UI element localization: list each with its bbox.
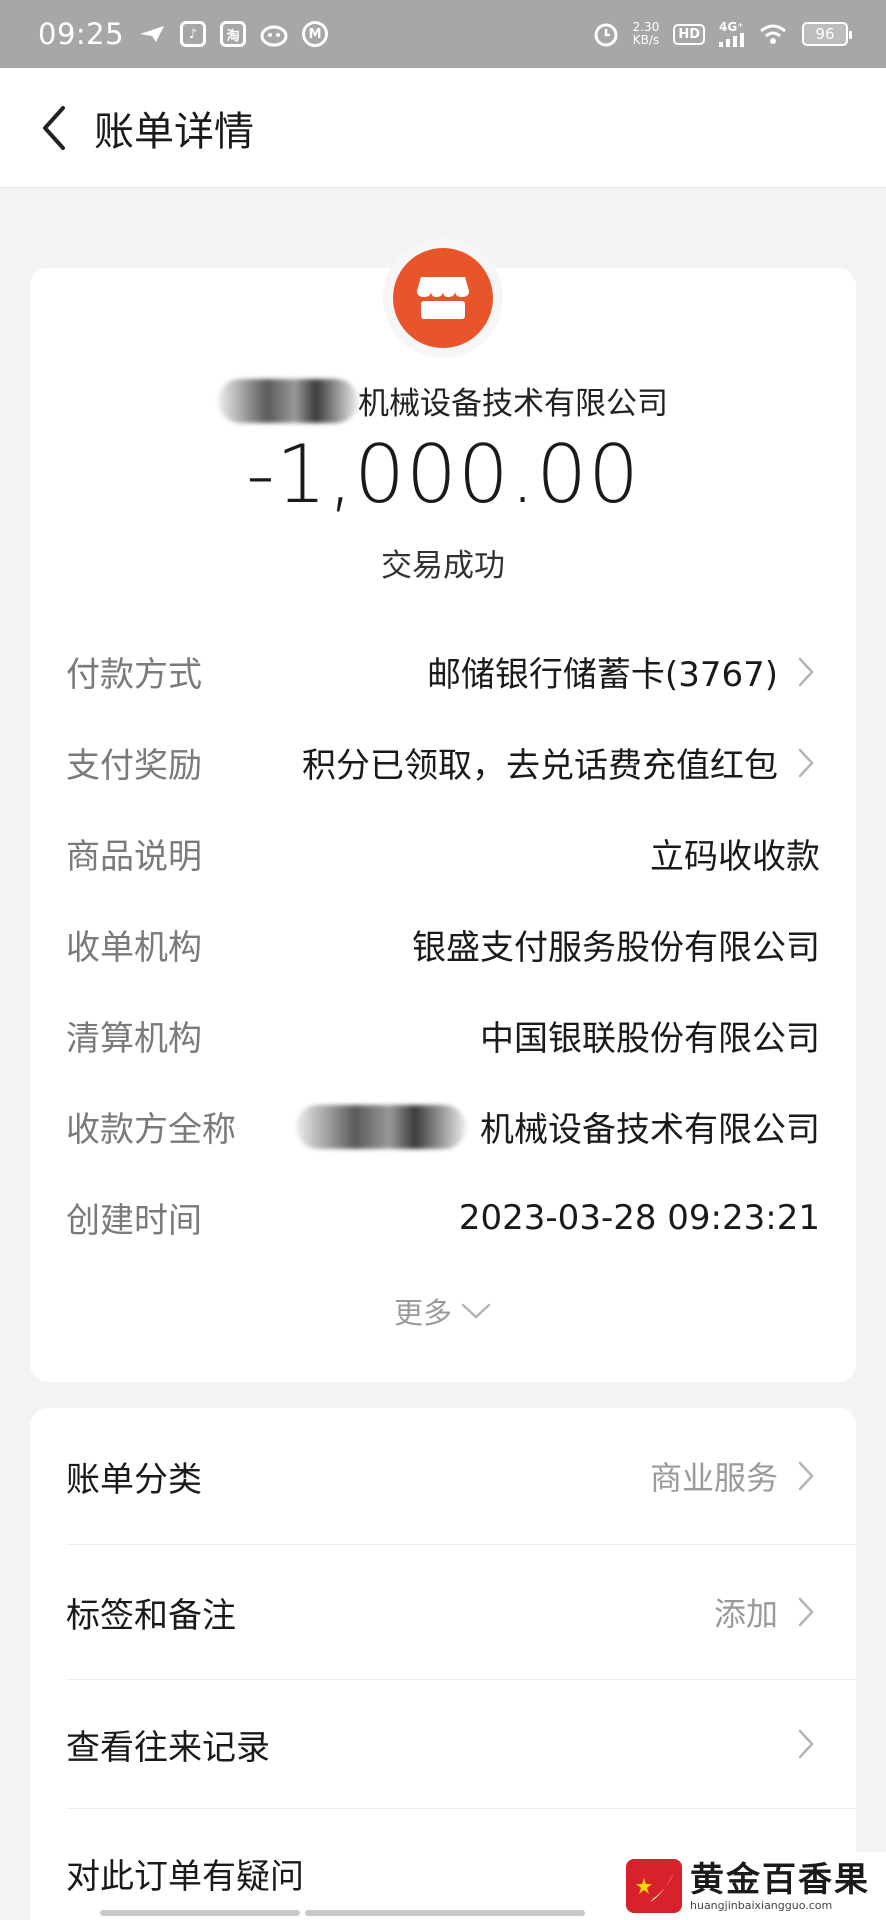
scroll-hint — [305, 1910, 585, 1916]
bill-actions-card: 账单分类 商业服务 标签和备注 添加 查看往来记录 对此订单有疑问 — [30, 1408, 856, 1920]
detail-value: 立码收收款 — [650, 837, 820, 877]
chevron-left-icon — [43, 105, 65, 150]
net-speed: 2.30 KB/s — [633, 21, 660, 47]
star-swoosh-icon — [636, 1872, 674, 1902]
merchant-name-text: 机械设备技术有限公司 — [358, 386, 668, 422]
hd-badge: HD — [673, 23, 705, 45]
status-left: 09:25 ♪ 淘 M — [38, 17, 329, 51]
detail-value: 积分已领取，去兑话费充值红包 — [302, 746, 778, 786]
chevron-down-icon — [461, 1303, 491, 1319]
chevron-right-icon — [792, 1595, 820, 1629]
signal-bars-icon — [719, 33, 744, 47]
chevron-right-icon — [792, 1727, 820, 1761]
action-label: 查看往来记录 — [66, 1727, 270, 1768]
redacted-blur — [296, 1104, 466, 1149]
detail-value: 银盛支付服务股份有限公司 — [412, 928, 820, 968]
watermark-text: 黄金百香果 huangjinbaixiangguo.com — [690, 1861, 870, 1912]
signal-indicator: 4G⁺ — [719, 21, 744, 47]
detail-row-payment-reward[interactable]: 支付奖励 积分已领取，去兑话费充值红包 — [66, 717, 820, 808]
detail-row-clearing: 清算机构 中国银联股份有限公司 — [66, 990, 820, 1081]
alarm-icon — [594, 23, 618, 47]
detail-row-product-description: 商品说明 立码收收款 — [66, 808, 820, 899]
transaction-status: 交易成功 — [381, 548, 505, 584]
plane-icon — [140, 26, 165, 42]
action-value-wrap: 商业服务 — [650, 1453, 820, 1499]
page-title: 账单详情 — [94, 108, 254, 155]
status-time: 09:25 — [38, 17, 125, 51]
back-button[interactable] — [24, 98, 84, 158]
detail-label: 支付奖励 — [66, 746, 202, 786]
tiktok-icon: ♪ — [180, 21, 207, 47]
chevron-right-icon — [792, 746, 820, 780]
wifi-icon — [760, 24, 786, 44]
action-label: 标签和备注 — [66, 1595, 236, 1636]
merchant-name: 机械设备技术有限公司 — [30, 378, 856, 423]
battery-level: 96 — [815, 25, 835, 43]
more-button[interactable]: 更多 — [30, 1290, 856, 1332]
status-right: 2.30 KB/s HD 4G⁺ 96 — [593, 21, 852, 47]
detail-label: 创建时间 — [66, 1201, 202, 1241]
action-value: 商业服务 — [649, 1459, 778, 1497]
chevron-right-icon — [792, 1459, 820, 1493]
view-history-row[interactable]: 查看往来记录 — [66, 1680, 820, 1808]
detail-value-wrap: 邮储银行储蓄卡(3767) — [427, 647, 820, 696]
chevron-right-icon — [792, 655, 820, 689]
detail-row-acquirer: 收单机构 银盛支付服务股份有限公司 — [66, 899, 820, 990]
watermark: 黄金百香果 huangjinbaixiangguo.com — [622, 1852, 886, 1920]
detail-list: 付款方式 邮储银行储蓄卡(3767) 支付奖励 积分已领取，去兑话费充值红包 商… — [66, 626, 820, 1263]
detail-row-created-time: 创建时间 2023-03-28 09:23:21 — [66, 1172, 820, 1263]
bill-category-row[interactable]: 账单分类 商业服务 — [66, 1408, 820, 1544]
detail-value-wrap: 积分已领取，去兑话费充值红包 — [302, 738, 820, 787]
detail-label: 收款方全称 — [66, 1110, 236, 1150]
transaction-amount: -1,000.00 — [245, 428, 641, 521]
m-icon: M — [302, 21, 329, 47]
merchant-logo-wrap — [383, 238, 503, 358]
net-speed-unit: KB/s — [632, 33, 660, 47]
tags-notes-row[interactable]: 标签和备注 添加 — [66, 1545, 820, 1679]
watermark-logo — [626, 1859, 682, 1913]
more-label: 更多 — [393, 1296, 452, 1330]
store-icon — [417, 277, 469, 319]
action-value: 添加 — [713, 1595, 778, 1633]
action-value-wrap: 添加 — [714, 1589, 820, 1635]
action-label: 对此订单有疑问 — [66, 1856, 304, 1897]
detail-value: 中国银联股份有限公司 — [480, 1019, 820, 1059]
watermark-url: huangjinbaixiangguo.com — [690, 1898, 833, 1912]
bill-summary-card: 机械设备技术有限公司 -1,000.00 交易成功 付款方式 邮储银行储蓄卡(3… — [30, 238, 856, 1382]
detail-value: 机械设备技术有限公司 — [480, 1110, 820, 1150]
detail-value: 2023-03-28 09:23:21 — [458, 1197, 820, 1238]
detail-label: 付款方式 — [66, 655, 202, 695]
redacted-blur — [218, 378, 358, 423]
action-label: 账单分类 — [66, 1459, 202, 1500]
detail-row-payee-full-name: 收款方全称 机械设备技术有限公司 — [66, 1081, 820, 1172]
network-type: 4G⁺ — [719, 20, 744, 34]
cat-icon — [260, 25, 288, 47]
battery-icon: 96 — [802, 22, 852, 46]
detail-row-payment-method[interactable]: 付款方式 邮储银行储蓄卡(3767) — [66, 626, 820, 717]
status-bar: 09:25 ♪ 淘 M 2.30 KB/s HD 4G⁺ 96 — [0, 0, 886, 68]
scroll-hint — [100, 1910, 300, 1916]
watermark-title: 黄金百香果 — [690, 1859, 870, 1900]
detail-label: 商品说明 — [66, 837, 202, 877]
merchant-logo — [393, 248, 493, 348]
header: 账单详情 — [0, 68, 886, 188]
detail-label: 收单机构 — [66, 928, 202, 968]
detail-value: 邮储银行储蓄卡(3767) — [426, 655, 778, 695]
detail-value-wrap: 机械设备技术有限公司 — [296, 1102, 820, 1151]
detail-label: 清算机构 — [66, 1019, 202, 1059]
taobao-icon: 淘 — [220, 21, 247, 47]
